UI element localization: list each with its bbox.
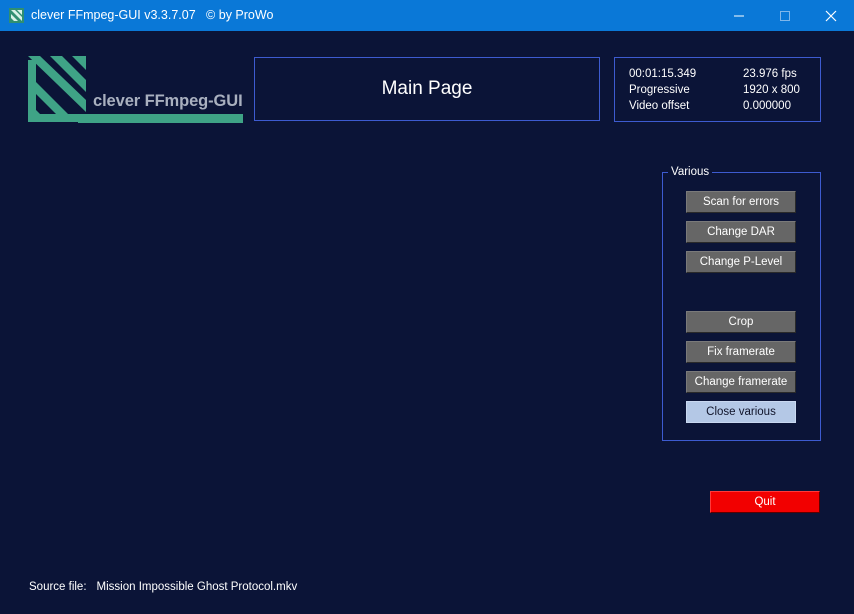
logo-text: clever FFmpeg-GUI — [93, 92, 243, 110]
page-title: Main Page — [381, 78, 473, 99]
minimize-icon — [734, 15, 744, 17]
close-button[interactable] — [808, 0, 854, 31]
scan-type-value: Progressive — [629, 84, 690, 96]
maximize-button[interactable] — [762, 0, 808, 31]
app-window: clever FFmpeg-GUI v3.3.7.07 © by ProWo c… — [0, 0, 854, 614]
duration-value: 00:01:15.349 — [629, 68, 697, 80]
source-file-label: Source file: — [29, 581, 87, 593]
source-file-line: Source file: Mission Impossible Ghost Pro… — [29, 581, 297, 593]
close-icon — [825, 10, 837, 22]
fps-value: 23.976 fps — [743, 68, 797, 80]
close-various-button[interactable]: Close various — [686, 401, 796, 423]
title-bar[interactable]: clever FFmpeg-GUI v3.3.7.07 © by ProWo — [0, 0, 854, 31]
various-group-legend: Various — [668, 166, 713, 178]
page-title-panel: Main Page — [254, 57, 600, 121]
change-framerate-button[interactable]: Change framerate — [686, 371, 796, 393]
minimize-button[interactable] — [716, 0, 762, 31]
video-offset-label: Video offset — [629, 100, 690, 112]
ffmpeg-gui-logo — [28, 56, 243, 123]
quit-button[interactable]: Quit — [710, 491, 820, 513]
maximize-icon — [780, 11, 790, 21]
video-offset-value: 0.000000 — [743, 100, 791, 112]
change-p-level-button[interactable]: Change P-Level — [686, 251, 796, 273]
resolution-value: 1920 x 800 — [743, 84, 800, 96]
source-file-value: Mission Impossible Ghost Protocol.mkv — [96, 581, 298, 593]
ffmpeg-logo-icon — [9, 8, 24, 23]
scan-for-errors-button[interactable]: Scan for errors — [686, 191, 796, 213]
fix-framerate-button[interactable]: Fix framerate — [686, 341, 796, 363]
window-title: clever FFmpeg-GUI v3.3.7.07 © by ProWo — [31, 8, 274, 22]
crop-button[interactable]: Crop — [686, 311, 796, 333]
video-info-panel: 00:01:15.349 23.976 fps Progressive 1920… — [614, 57, 821, 122]
change-dar-button[interactable]: Change DAR — [686, 221, 796, 243]
